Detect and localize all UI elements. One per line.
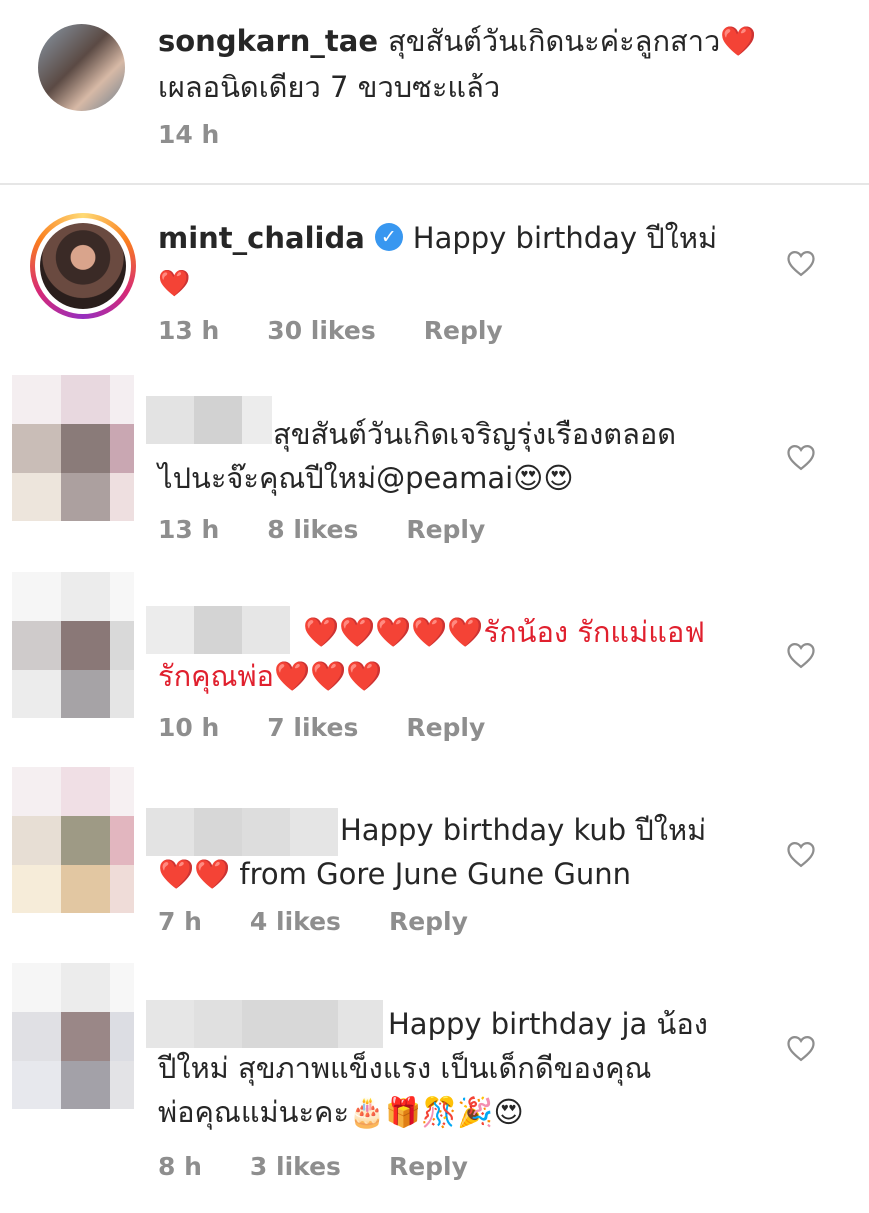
comment-line-1: Happy birthday ja น้อง xyxy=(388,1007,708,1041)
caption-line-2: เผลอนิดเดียว 7 ขวบซะแล้ว xyxy=(158,70,501,104)
avatar-blurred[interactable] xyxy=(12,375,134,521)
username[interactable]: songkarn_tae xyxy=(158,24,378,58)
likes-count[interactable]: 4 likes xyxy=(250,907,341,936)
like-heart-icon[interactable] xyxy=(786,1034,816,1062)
likes-count[interactable]: 30 likes xyxy=(267,316,375,345)
like-heart-icon[interactable] xyxy=(786,443,816,471)
avatar-blurred[interactable] xyxy=(12,572,134,718)
reply-button[interactable]: Reply xyxy=(424,316,503,345)
reply-button[interactable]: Reply xyxy=(389,1152,468,1181)
comment-line-2: รักคุณพ่อ❤️❤️❤️ xyxy=(158,659,383,693)
reply-button[interactable]: Reply xyxy=(389,907,468,936)
caption-block: songkarn_tae สุขสันต์วันเกิดนะค่ะลูกสาว❤️… xyxy=(0,0,869,184)
caption-line-1: สุขสันต์วันเกิดนะค่ะลูกสาว❤️ xyxy=(388,24,757,58)
comment-line-1: สุขสันต์วันเกิดเจริญรุ่งเรืองตลอด xyxy=(273,417,677,451)
comment-meta: 8 h 3 likes Reply xyxy=(158,1152,516,1181)
timestamp: 13 h xyxy=(158,316,220,345)
caption-text: songkarn_tae สุขสันต์วันเกิดนะค่ะลูกสาว❤️… xyxy=(158,18,798,110)
likes-count[interactable]: 8 likes xyxy=(267,515,358,544)
comment-text: mint_chalida ✓ Happy birthday ปีใหม่ ❤️ xyxy=(158,216,758,306)
comment-meta: 13 h 30 likes Reply xyxy=(158,316,551,345)
caption-meta: 14 h xyxy=(158,120,267,149)
comment-meta: 13 h 8 likes Reply xyxy=(158,515,533,544)
timestamp: 13 h xyxy=(158,515,220,544)
reply-button[interactable]: Reply xyxy=(406,515,485,544)
comment-line-2: ❤️ xyxy=(158,269,191,299)
avatar-story-ring[interactable] xyxy=(30,213,136,319)
like-heart-icon[interactable] xyxy=(786,641,816,669)
like-heart-icon[interactable] xyxy=(786,249,816,277)
avatar-blurred[interactable] xyxy=(12,963,134,1109)
timestamp: 14 h xyxy=(158,120,220,149)
comment-line-1: ❤️❤️❤️❤️❤️รักน้อง รักแม่แอฟ xyxy=(303,615,705,649)
avatar[interactable] xyxy=(38,24,125,111)
timestamp: 7 h xyxy=(158,907,202,936)
verified-badge-icon: ✓ xyxy=(374,223,403,251)
comment-text: Happy birthday ja น้อง ปีใหม่ สุขภาพแข็ง… xyxy=(158,1002,758,1134)
comment-text: Happy birthday kub ปีใหม่ ❤️❤️ from Gore… xyxy=(158,808,758,896)
comment-line-2: ปีใหม่ สุขภาพแข็งแรง เป็นเด็กดีของคุณ xyxy=(158,1051,652,1085)
comment-text: สุขสันต์วันเกิดเจริญรุ่งเรืองตลอด ไปนะจ๊… xyxy=(158,412,758,500)
comment-line-2: ❤️❤️ from Gore June Gune Gunn xyxy=(158,857,631,891)
timestamp: 8 h xyxy=(158,1152,202,1181)
comment-text: ❤️❤️❤️❤️❤️รักน้อง รักแม่แอฟ รักคุณพ่อ❤️❤… xyxy=(158,610,758,698)
comment-line-3: พ่อคุณแม่นะคะ🎂🎁🎊🎉😍 xyxy=(158,1095,524,1129)
comment-meta: 7 h 4 likes Reply xyxy=(158,907,516,936)
likes-count[interactable]: 7 likes xyxy=(267,713,358,742)
reply-button[interactable]: Reply xyxy=(406,713,485,742)
comment-line-2: ไปนะจ๊ะคุณปีใหม่@peamai😍😍 xyxy=(158,461,574,495)
avatar-blurred[interactable] xyxy=(12,767,134,913)
comment-line-1: Happy birthday ปีใหม่ xyxy=(412,221,718,255)
username[interactable]: mint_chalida xyxy=(158,221,365,255)
timestamp: 10 h xyxy=(158,713,220,742)
divider xyxy=(0,183,869,185)
comment-line-1: Happy birthday kub ปีใหม่ xyxy=(340,813,707,847)
likes-count[interactable]: 3 likes xyxy=(250,1152,341,1181)
avatar xyxy=(40,223,126,309)
like-heart-icon[interactable] xyxy=(786,840,816,868)
comment-meta: 10 h 7 likes Reply xyxy=(158,713,533,742)
